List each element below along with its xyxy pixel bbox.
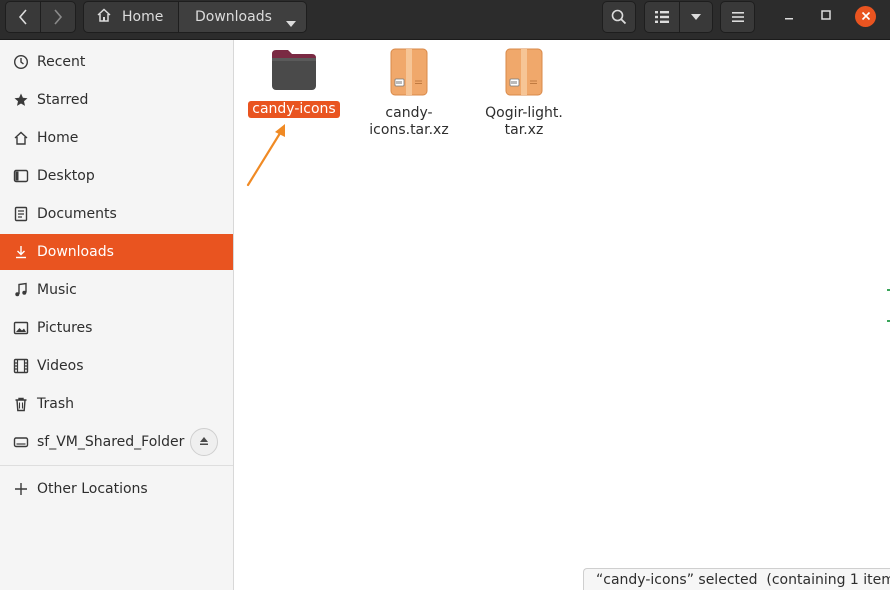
home-icon xyxy=(12,129,30,147)
caret-down-icon xyxy=(691,14,701,20)
sidebar-item-label: Desktop xyxy=(37,168,95,184)
sidebar-item-label: sf_VM_Shared_Folder xyxy=(37,434,185,450)
header-bar: Home Downloads xyxy=(0,0,890,40)
file-item-candy-icons-archive[interactable]: candy- icons.tar.xz xyxy=(354,48,464,139)
document-icon xyxy=(12,205,30,223)
minimize-button[interactable] xyxy=(779,6,799,26)
download-icon xyxy=(12,243,30,261)
sidebar-separator xyxy=(0,465,233,466)
folder-icon xyxy=(270,48,318,96)
sidebar-item-label: Music xyxy=(37,282,77,298)
home-icon xyxy=(96,7,112,27)
desktop-icon xyxy=(12,167,30,185)
sidebar-item-label: Videos xyxy=(37,358,84,374)
sidebar-item-shared-folder[interactable]: sf_VM_Shared_Folder xyxy=(0,424,233,460)
eject-button[interactable] xyxy=(190,428,218,456)
view-options-button[interactable] xyxy=(679,1,713,33)
file-name-line: tar.xz xyxy=(504,122,544,138)
file-item-name: candy- icons.tar.xz xyxy=(369,105,448,139)
sidebar-item-label: Recent xyxy=(37,54,86,70)
trash-icon xyxy=(12,395,30,413)
hamburger-menu-icon xyxy=(731,12,744,22)
path-crumb-label: Home xyxy=(122,9,164,25)
close-icon xyxy=(861,9,871,25)
sidebar-item-label: Pictures xyxy=(37,320,93,336)
caret-down-icon[interactable] xyxy=(286,15,296,31)
view-mode-button[interactable] xyxy=(644,1,680,33)
search-button[interactable] xyxy=(602,1,636,33)
sidebar-item-label: Trash xyxy=(37,396,74,412)
path-crumb-home[interactable]: Home xyxy=(83,1,179,33)
film-icon xyxy=(12,357,30,375)
sidebar-item-pictures[interactable]: Pictures xyxy=(0,310,233,346)
sidebar-item-label: Documents xyxy=(37,206,117,222)
path-bar: Home Downloads xyxy=(83,1,307,33)
chevron-right-icon xyxy=(53,9,63,25)
sidebar-item-desktop[interactable]: Desktop xyxy=(0,158,233,194)
sidebar-item-recent[interactable]: Recent xyxy=(0,44,233,80)
archive-icon xyxy=(389,48,429,100)
path-crumb-downloads[interactable]: Downloads xyxy=(179,1,307,33)
drive-icon xyxy=(12,433,30,451)
file-view[interactable]: candy-icons candy- icons.tar.xz Qogir-li… xyxy=(235,40,890,590)
minimize-icon xyxy=(784,8,794,24)
star-icon xyxy=(12,91,30,109)
chevron-left-icon xyxy=(18,9,28,25)
maximize-icon xyxy=(821,8,831,24)
places-sidebar: Recent Starred Home Desktop Documents Do… xyxy=(0,40,234,590)
sidebar-item-trash[interactable]: Trash xyxy=(0,386,233,422)
sidebar-item-label: Home xyxy=(37,130,79,146)
sidebar-item-label: Downloads xyxy=(37,244,114,260)
selection-status-overlay: “candy-icons” selected (containing 1 ite… xyxy=(583,568,890,590)
file-item-qogir-light-archive[interactable]: Qogir-light. tar.xz xyxy=(469,48,579,139)
plus-icon xyxy=(12,480,30,498)
file-name-line: icons.tar.xz xyxy=(369,122,449,138)
main-menu-button[interactable] xyxy=(720,1,755,33)
archive-icon xyxy=(504,48,544,100)
annotation-arrow xyxy=(246,124,285,187)
sidebar-item-videos[interactable]: Videos xyxy=(0,348,233,384)
forward-button[interactable] xyxy=(40,1,76,33)
sidebar-item-starred[interactable]: Starred xyxy=(0,82,233,118)
sidebar-item-music[interactable]: Music xyxy=(0,272,233,308)
file-name-line: candy- xyxy=(385,105,433,121)
maximize-button[interactable] xyxy=(816,6,836,26)
close-button[interactable] xyxy=(855,6,876,27)
back-button[interactable] xyxy=(5,1,41,33)
sidebar-item-home[interactable]: Home xyxy=(0,120,233,156)
eject-icon xyxy=(199,434,209,450)
status-text: “candy-icons” selected (containing 1 ite… xyxy=(596,571,890,588)
sidebar-item-documents[interactable]: Documents xyxy=(0,196,233,232)
sidebar-item-label: Starred xyxy=(37,92,89,108)
search-icon xyxy=(611,9,627,25)
file-item-name: Qogir-light. tar.xz xyxy=(485,105,563,139)
sidebar-item-label: Other Locations xyxy=(37,481,148,497)
clock-icon xyxy=(12,53,30,71)
list-view-icon xyxy=(655,11,669,23)
music-note-icon xyxy=(12,281,30,299)
path-crumb-label: Downloads xyxy=(195,9,272,25)
file-item-candy-icons-folder[interactable]: candy-icons xyxy=(239,48,349,118)
file-name-line: Qogir-light. xyxy=(485,105,563,121)
picture-icon xyxy=(12,319,30,337)
sidebar-item-other-locations[interactable]: Other Locations xyxy=(0,471,233,507)
sidebar-item-downloads[interactable]: Downloads xyxy=(0,234,233,270)
